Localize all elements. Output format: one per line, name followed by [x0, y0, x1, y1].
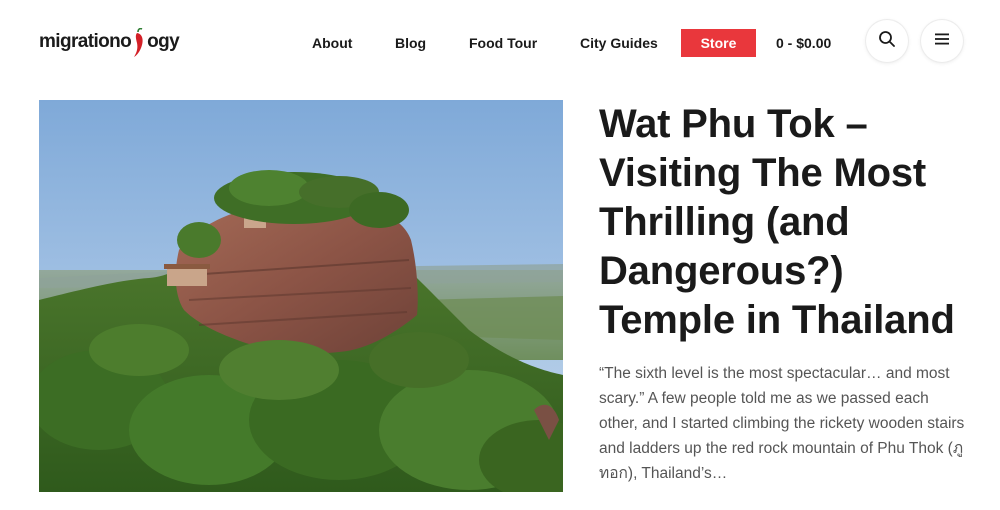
article-title[interactable]: Wat Phu Tok – Visiting The Most Thrillin…	[599, 100, 979, 345]
site-header: migrationo ogy About Blog Food Tour City…	[0, 0, 1000, 86]
search-button[interactable]	[866, 20, 908, 62]
menu-button[interactable]	[921, 20, 963, 62]
article-excerpt: “The sixth level is the most spectacular…	[599, 365, 965, 482]
nav-about[interactable]: About	[312, 34, 352, 52]
hamburger-menu-icon	[934, 32, 950, 51]
store-button[interactable]: Store	[681, 29, 756, 57]
logo-text-right: ogy	[147, 31, 180, 52]
site-logo[interactable]: migrationo ogy	[39, 26, 180, 58]
nav-food-tour[interactable]: Food Tour	[469, 34, 537, 52]
nav-city-guides[interactable]: City Guides	[580, 34, 658, 52]
chili-pepper-icon	[132, 27, 146, 58]
temple-mountain-photo	[39, 100, 563, 492]
article-hero-image[interactable]	[39, 100, 563, 492]
logo-text-left: migrationo	[39, 31, 132, 52]
nav-blog[interactable]: Blog	[395, 34, 426, 52]
cart-total[interactable]: 0 - $0.00	[776, 34, 831, 52]
search-icon	[878, 30, 896, 53]
